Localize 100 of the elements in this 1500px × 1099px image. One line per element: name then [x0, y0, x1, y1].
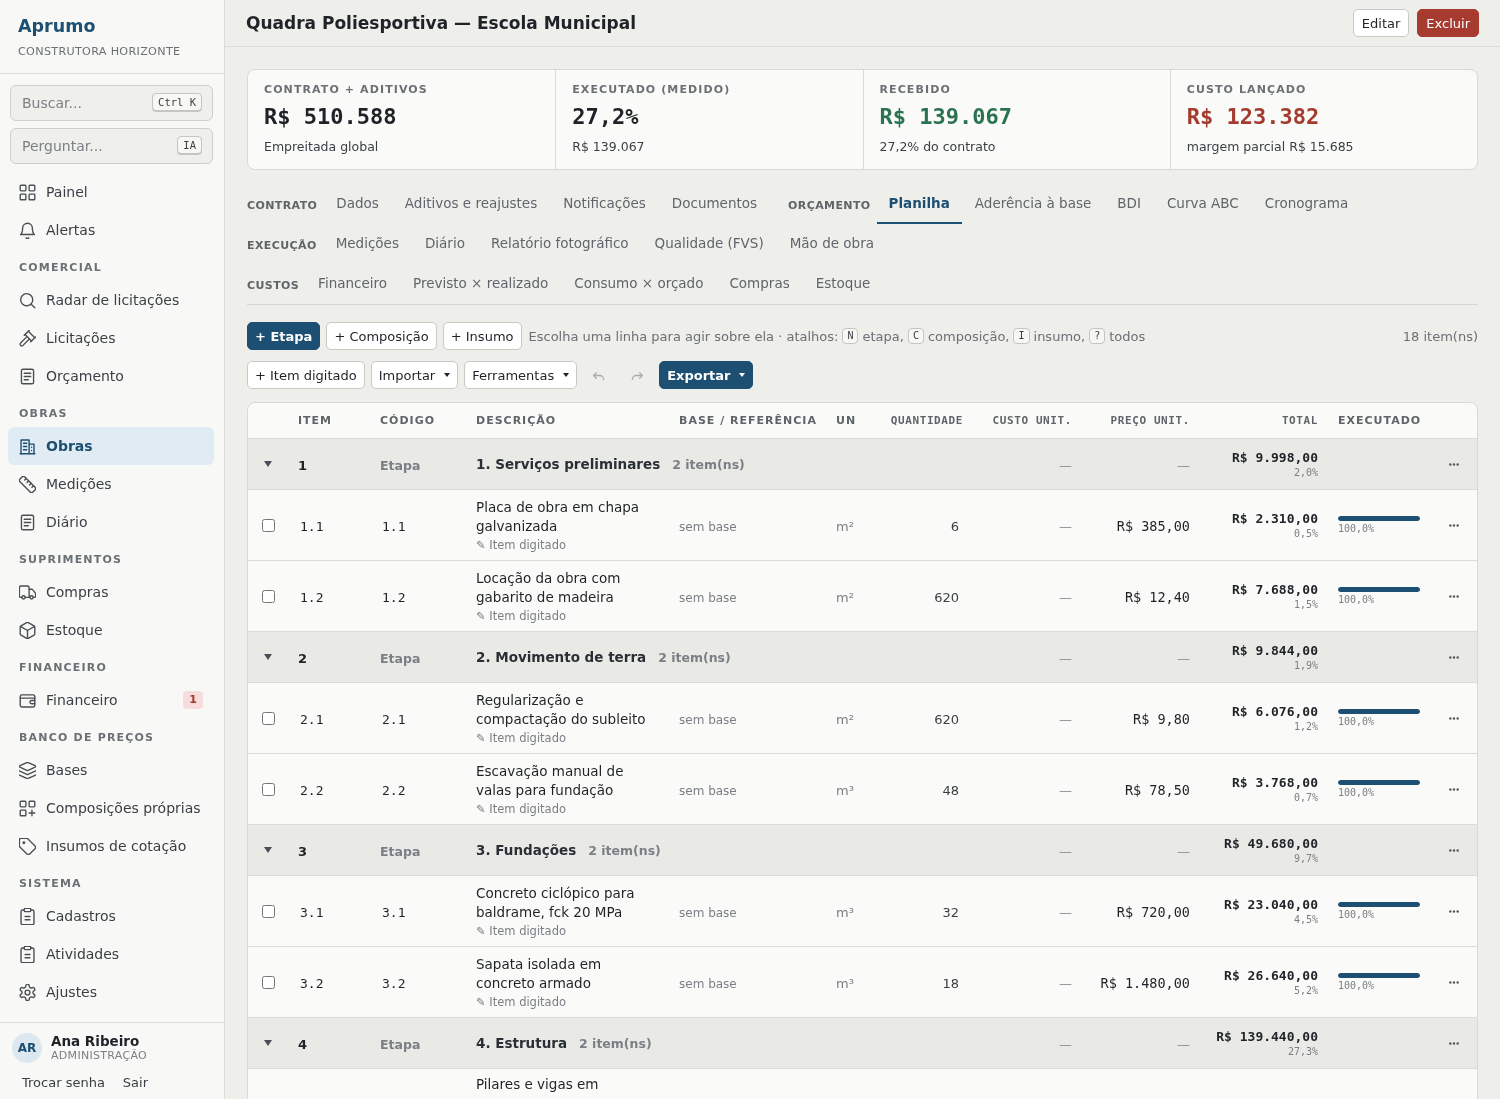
nav-item[interactable]: Painel [8, 173, 214, 211]
executed-percent: 100,0% [1338, 522, 1375, 535]
nav-item[interactable]: Financeiro 1 [8, 681, 214, 719]
stat-label: RECEBIDO [879, 83, 951, 96]
more-icon[interactable] [1448, 594, 1459, 598]
more-icon[interactable] [1448, 716, 1459, 720]
base-reference: sem base [679, 590, 737, 605]
stat-note: R$ 139.067 [572, 138, 645, 156]
delete-button[interactable]: Excluir [1417, 9, 1479, 37]
action-button[interactable]: Exportar [659, 361, 754, 389]
stage-number: 1 [298, 457, 308, 473]
row-checkbox[interactable] [261, 782, 275, 796]
tab[interactable]: Dados [323, 184, 392, 224]
nav-item[interactable]: Composições próprias [8, 789, 214, 827]
tab[interactable]: Mão de obra [776, 224, 887, 264]
nav-item[interactable]: Estoque [8, 611, 214, 649]
item-count: 2 item(ns) [658, 650, 731, 665]
item-code: 1.2 [381, 589, 406, 605]
ruler-icon [19, 475, 36, 493]
stat-label: CUSTO LANÇADO [1186, 83, 1307, 96]
nav-item[interactable]: Obras [8, 427, 214, 465]
nav-item[interactable]: Radar de licitações [8, 281, 214, 319]
tab[interactable]: Aditivos e reajustes [391, 184, 551, 224]
tab[interactable]: Documentos [658, 184, 771, 224]
action-button[interactable]: + Insumo [442, 322, 522, 350]
footer-link[interactable]: Trocar senha [22, 1075, 105, 1091]
item-number: 3.2 [299, 975, 324, 991]
action-button[interactable]: + Etapa [247, 322, 321, 350]
unit-cost: — [1059, 518, 1072, 534]
tab[interactable]: Compras [716, 264, 803, 304]
tab[interactable]: Relatório fotográfico [477, 224, 642, 264]
stage-title: 1. Serviços preliminares [476, 456, 661, 472]
nav-item[interactable]: Compras [8, 573, 214, 611]
unit-cost: — [1059, 782, 1072, 798]
unit-price: — [1177, 650, 1190, 666]
tab[interactable]: Cronograma [1251, 184, 1362, 224]
nav-item[interactable]: Insumos de cotação [8, 827, 214, 865]
item-note: ✎ Item digitado [476, 800, 566, 817]
unit: m² [836, 589, 854, 605]
more-icon[interactable] [1448, 1041, 1459, 1045]
tab[interactable]: Consumo × orçado [561, 264, 717, 304]
item-number: 3.1 [299, 904, 324, 920]
page-title: Quadra Poliesportiva — Escola Municipal [246, 13, 636, 33]
tab[interactable]: Planilha [876, 184, 962, 224]
row-checkbox[interactable] [261, 589, 275, 603]
nav-item[interactable]: Atividades [8, 935, 214, 973]
squares-plus-icon [19, 799, 36, 817]
item-note: ✎ Item digitado [476, 993, 566, 1010]
more-icon[interactable] [1448, 655, 1459, 659]
unit-price: — [1177, 457, 1190, 473]
more-icon[interactable] [1448, 523, 1459, 527]
action-button[interactable]: Importar [370, 361, 459, 389]
executed-percent: 100,0% [1338, 715, 1375, 728]
user-name: Ana Ribeiro [51, 1033, 141, 1049]
tab[interactable]: Financeiro [305, 264, 401, 304]
more-icon[interactable] [1448, 848, 1459, 852]
caret-icon[interactable] [264, 461, 272, 467]
action-button[interactable]: + Composição [326, 322, 437, 350]
row-checkbox[interactable] [261, 975, 275, 989]
total-share: 0,7% [1293, 791, 1318, 804]
action-button[interactable]: + Item digitado [247, 361, 365, 389]
nav-item[interactable]: Licitações [8, 319, 214, 357]
unit: m³ [836, 904, 854, 920]
caret-icon[interactable] [264, 1040, 272, 1046]
nav-item[interactable]: Diário [8, 503, 214, 541]
nav-item[interactable]: Bases [8, 751, 214, 789]
row-checkbox[interactable] [261, 904, 275, 918]
nav-item[interactable]: Orçamento [8, 357, 214, 395]
tab[interactable]: Diário [411, 224, 478, 264]
item-description: Regularização e compactação do subleito [476, 690, 647, 729]
unit-cost: — [1059, 975, 1072, 991]
shortcut-label: insumo, [1033, 328, 1086, 344]
row-checkbox[interactable] [261, 711, 275, 725]
action-button[interactable]: Ferramentas [464, 361, 578, 389]
caret-icon[interactable] [264, 654, 272, 660]
tab[interactable]: Notificações [550, 184, 659, 224]
more-icon[interactable] [1448, 909, 1459, 913]
tab[interactable]: Medições [322, 224, 412, 264]
tab[interactable]: Curva ABC [1153, 184, 1252, 224]
more-icon[interactable] [1448, 462, 1459, 466]
more-icon[interactable] [1448, 980, 1459, 984]
nav-item[interactable]: Alertas [8, 211, 214, 249]
nav-item[interactable]: Medições [8, 465, 214, 503]
footer-link[interactable]: Sair [122, 1075, 149, 1091]
tab[interactable]: Aderência à base [961, 184, 1105, 224]
item-description: Placa de obra em chapa galvanizada [476, 497, 641, 536]
edit-button[interactable]: Editar [1352, 9, 1410, 37]
more-icon[interactable] [1448, 787, 1459, 791]
total-value: R$ 3.768,00 [1231, 774, 1318, 791]
tab[interactable]: Qualidade (FVS) [641, 224, 777, 264]
nav-item[interactable]: Ajustes [8, 973, 214, 1011]
caret-icon[interactable] [264, 847, 272, 853]
tab[interactable]: Estoque [802, 264, 884, 304]
row-checkbox[interactable] [261, 518, 275, 532]
column-header: BASE / REFERÊNCIA [678, 414, 818, 427]
unit: m² [836, 518, 854, 534]
tab[interactable]: Previsto × realizado [400, 264, 562, 304]
nav-item[interactable]: Cadastros [8, 897, 214, 935]
tab[interactable]: BDI [1104, 184, 1154, 224]
unit: m³ [836, 975, 854, 991]
